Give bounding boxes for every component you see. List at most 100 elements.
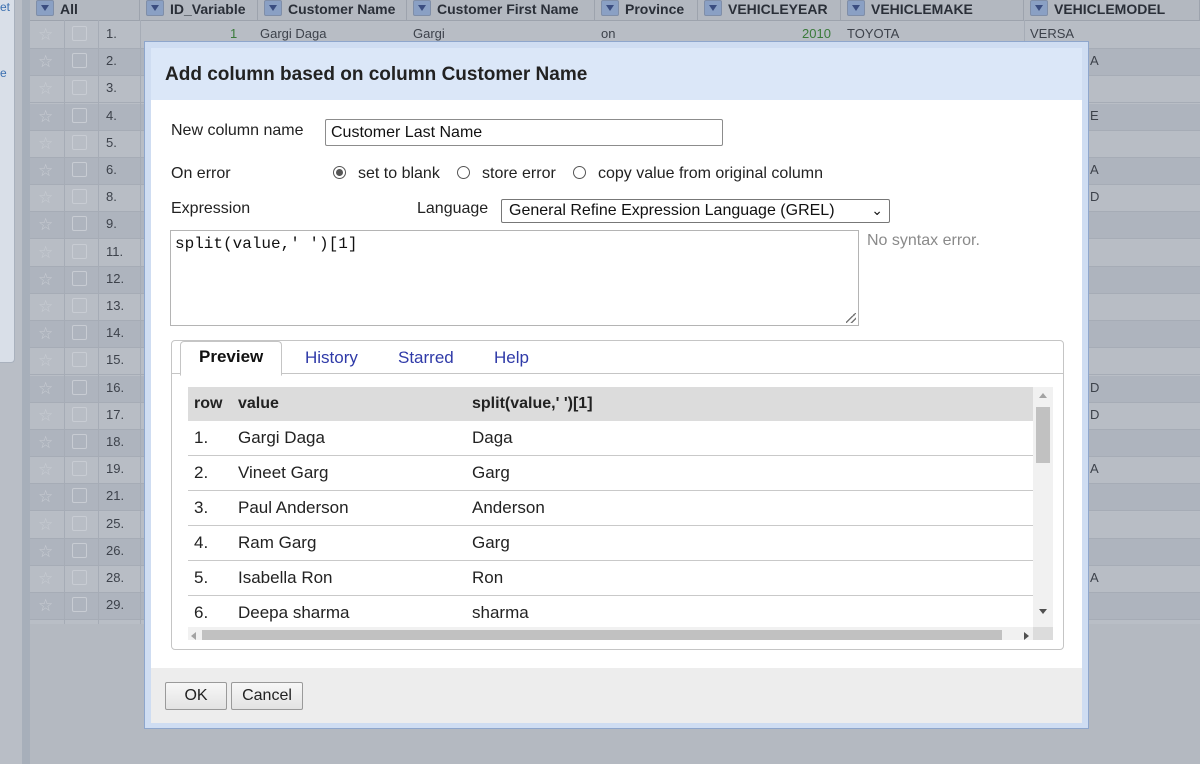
star-icon[interactable]: ☆ — [38, 162, 53, 180]
flag-icon[interactable] — [72, 243, 87, 259]
row-number: 3. — [106, 80, 117, 96]
star-icon[interactable]: ☆ — [38, 80, 53, 98]
preview-table-container: row value split(value,' ')[1] 1. Gargi Da… — [188, 387, 1053, 640]
grid-cell: A — [1090, 53, 1099, 69]
star-icon[interactable]: ☆ — [38, 53, 53, 71]
tab-help[interactable]: Help — [476, 343, 547, 373]
column-header[interactable]: VEHICLEMODEL — [1024, 0, 1200, 20]
star-icon[interactable]: ☆ — [38, 379, 53, 398]
column-header[interactable]: VEHICLEYEAR — [698, 0, 841, 20]
flag-icon[interactable] — [72, 488, 87, 504]
flag-icon[interactable] — [72, 26, 87, 41]
star-icon[interactable]: ☆ — [38, 542, 53, 561]
star-icon[interactable]: ☆ — [38, 488, 53, 506]
horizontal-scrollbar[interactable] — [188, 627, 1033, 640]
scroll-left-icon[interactable] — [191, 632, 196, 640]
vertical-scrollbar[interactable] — [1033, 387, 1053, 627]
language-label: Language — [417, 200, 489, 217]
add-column-dialog: Add column based on column Customer Name… — [144, 41, 1089, 729]
flag-icon[interactable] — [72, 216, 87, 232]
radio-copy-value[interactable] — [573, 166, 586, 179]
grid-cell: VERSA — [1030, 26, 1075, 41]
language-select[interactable]: General Refine Expression Language (GREL… — [501, 199, 890, 223]
flag-icon[interactable] — [72, 597, 87, 613]
flag-icon[interactable] — [72, 352, 87, 368]
dropdown-icon[interactable] — [36, 0, 54, 16]
scroll-up-icon[interactable] — [1039, 393, 1047, 398]
flag-icon[interactable] — [72, 162, 87, 177]
ok-button[interactable]: OK — [165, 682, 227, 710]
flag-icon[interactable] — [72, 189, 87, 205]
star-icon[interactable]: ☆ — [38, 216, 53, 234]
flag-icon[interactable] — [72, 406, 87, 422]
column-header[interactable]: ID_Variable — [140, 0, 258, 20]
star-icon[interactable]: ☆ — [38, 325, 53, 343]
new-column-name-input[interactable] — [325, 119, 723, 146]
tab-preview[interactable]: Preview — [180, 341, 283, 376]
flag-icon[interactable] — [72, 379, 87, 395]
row-number: 5. — [106, 134, 117, 150]
dropdown-icon[interactable] — [264, 0, 282, 16]
dropdown-icon[interactable] — [146, 0, 164, 16]
column-header-all[interactable]: All — [30, 0, 140, 20]
flag-icon[interactable] — [72, 515, 87, 531]
dialog-title: Add column based on column Customer Name — [165, 64, 588, 85]
flag-icon[interactable] — [72, 107, 87, 123]
star-icon[interactable]: ☆ — [38, 189, 53, 207]
tab-history[interactable]: History — [287, 343, 376, 373]
flag-icon[interactable] — [72, 134, 87, 150]
column-header[interactable]: Customer First Name — [407, 0, 595, 20]
flag-icon[interactable] — [72, 434, 87, 449]
dropdown-icon[interactable] — [704, 0, 722, 16]
tab-starred[interactable]: Starred — [380, 343, 472, 373]
radio-label[interactable]: copy value from original column — [598, 165, 823, 183]
star-icon[interactable]: ☆ — [38, 461, 53, 479]
flag-icon[interactable] — [72, 570, 87, 585]
star-icon[interactable]: ☆ — [38, 406, 53, 425]
column-header[interactable]: Customer Name — [258, 0, 407, 20]
new-column-name-label: New column name — [171, 122, 304, 139]
column-header[interactable]: Province — [595, 0, 698, 20]
row-number: 29. — [106, 597, 125, 613]
flag-icon[interactable] — [72, 542, 87, 558]
star-icon[interactable]: ☆ — [38, 107, 53, 126]
row-number: 9. — [106, 216, 117, 232]
grid-cell: D — [1090, 406, 1100, 422]
flag-icon[interactable] — [72, 270, 87, 286]
star-icon[interactable]: ☆ — [38, 243, 53, 262]
grid-header: All ID_Variable Customer Name Customer F… — [30, 0, 1200, 21]
star-icon[interactable]: ☆ — [38, 570, 53, 588]
grid-cell: E — [1090, 107, 1099, 123]
scroll-down-icon[interactable] — [1039, 609, 1047, 614]
flag-icon[interactable] — [72, 461, 87, 477]
column-header[interactable]: VEHICLEMAKE — [841, 0, 1024, 20]
dropdown-icon[interactable] — [413, 0, 431, 16]
row-number: 6. — [106, 162, 117, 177]
scroll-right-icon[interactable] — [1024, 632, 1029, 640]
star-icon[interactable]: ☆ — [38, 270, 53, 289]
flag-icon[interactable] — [72, 53, 87, 69]
cancel-button[interactable]: Cancel — [231, 682, 303, 710]
flag-icon[interactable] — [72, 80, 87, 96]
resize-grip-icon[interactable] — [846, 313, 856, 323]
flag-icon[interactable] — [72, 298, 87, 313]
star-icon[interactable]: ☆ — [38, 352, 53, 370]
dropdown-icon[interactable] — [847, 0, 865, 16]
dropdown-icon[interactable] — [1030, 0, 1048, 16]
star-icon[interactable]: ☆ — [38, 515, 53, 534]
star-icon[interactable]: ☆ — [38, 597, 53, 615]
radio-set-to-blank[interactable] — [333, 166, 346, 179]
radio-label[interactable]: store error — [482, 165, 556, 183]
star-icon[interactable]: ☆ — [38, 434, 53, 452]
tabs-panel: Preview History Starred Help row value s… — [171, 340, 1064, 650]
radio-label[interactable]: set to blank — [358, 165, 440, 183]
expression-textarea[interactable]: split(value,' ')[1] — [170, 230, 859, 326]
star-icon[interactable]: ☆ — [38, 26, 53, 44]
table-row: 2. Vineet Garg Garg — [188, 455, 1033, 491]
star-icon[interactable]: ☆ — [38, 298, 53, 316]
dropdown-icon[interactable] — [601, 0, 619, 16]
radio-store-error[interactable] — [457, 166, 470, 179]
star-icon[interactable]: ☆ — [38, 134, 53, 153]
table-row: 1. Gargi Daga Daga — [188, 421, 1033, 456]
flag-icon[interactable] — [72, 325, 87, 341]
